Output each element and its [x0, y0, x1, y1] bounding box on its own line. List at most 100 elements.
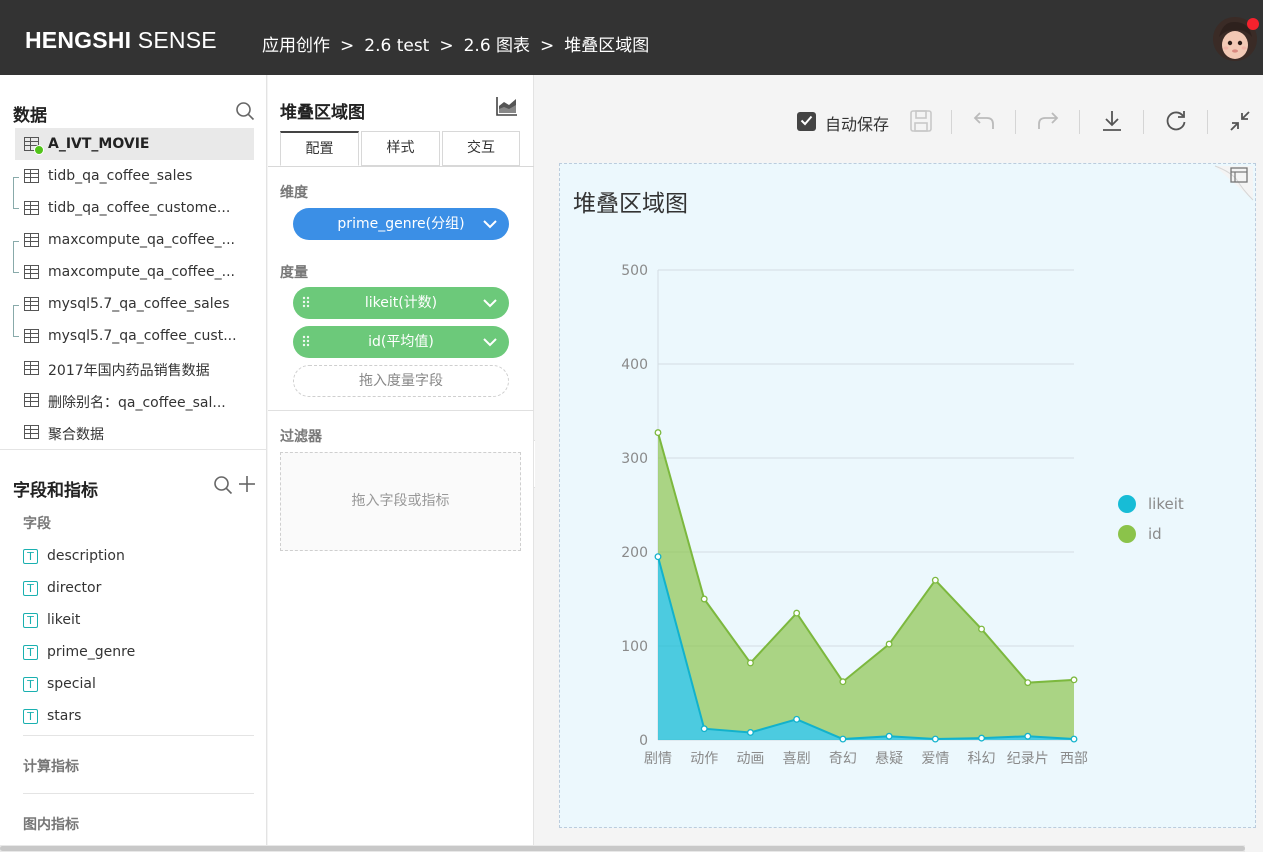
table-item[interactable]: 聚合数据: [15, 416, 254, 448]
data-point-id: [978, 625, 986, 633]
text-type-icon: T: [23, 677, 38, 692]
x-tick-label: 西部: [1060, 751, 1088, 767]
data-point-likeit: [931, 735, 939, 743]
table-item[interactable]: 2017年国内药品销售数据: [15, 352, 254, 384]
breadcrumb-current: 堆叠区域图: [564, 36, 650, 56]
area-chart-icon[interactable]: [496, 96, 518, 116]
x-tick-label: 奇幻: [829, 750, 857, 767]
data-point-id: [654, 429, 662, 437]
top-bar: HENGSHI SENSE 应用创作 >2.6 test >2.6 图表 > 堆叠区域图: [0, 0, 1263, 75]
dimension-pill[interactable]: prime_genre(分组): [293, 208, 509, 240]
collapse-view-icon[interactable]: [1227, 108, 1253, 134]
table-item[interactable]: mysql5.7_qa_coffee_sales: [15, 288, 254, 320]
y-tick-label: 0: [639, 733, 648, 749]
y-tick-label: 500: [621, 263, 648, 279]
data-point-id: [839, 678, 847, 686]
calc-metrics-subtitle[interactable]: 计算指标: [23, 756, 79, 776]
data-point-likeit: [654, 553, 662, 561]
tab-style[interactable]: 样式: [361, 131, 440, 166]
y-tick-label: 100: [621, 639, 648, 655]
table-icon: [24, 201, 39, 215]
download-icon[interactable]: [1099, 108, 1125, 134]
redo-icon[interactable]: [1035, 108, 1061, 134]
text-type-icon: T: [23, 581, 38, 596]
table-item[interactable]: tidb_qa_coffee_custome...: [15, 192, 254, 224]
y-tick-label: 400: [621, 357, 648, 373]
brand-logo[interactable]: HENGSHI SENSE: [25, 27, 217, 54]
table-item[interactable]: maxcompute_qa_coffee_...: [15, 256, 254, 288]
y-tick-label: 300: [621, 451, 648, 467]
x-tick-label: 动画: [736, 751, 764, 767]
chevron-down-icon[interactable]: [483, 336, 497, 348]
section-divider: [268, 410, 534, 411]
inchart-metrics-subtitle[interactable]: 图内指标: [23, 814, 79, 834]
search-icon[interactable]: [213, 475, 233, 495]
data-point-likeit: [978, 734, 986, 742]
add-icon[interactable]: [238, 475, 256, 493]
data-point-likeit: [793, 715, 801, 723]
breadcrumb-item[interactable]: 2.6 test: [364, 36, 429, 56]
table-icon: [24, 393, 39, 407]
chart-canvas[interactable]: 堆叠区域图 0 100 200 300 400 500 剧情 动作 动画 喜剧 奇幻 悬疑 爱情 科幻 纪录…: [559, 163, 1256, 828]
data-point-likeit: [746, 729, 754, 736]
table-item[interactable]: A_IVT_MOVIE: [15, 128, 254, 160]
tab-interaction[interactable]: 交互: [442, 131, 520, 166]
tab-config[interactable]: 配置: [280, 131, 359, 166]
dimension-label: 维度: [280, 185, 308, 201]
left-panel: 数据 A_IVT_MOVIE tidb_qa_coffee_sales tidb…: [0, 75, 267, 852]
breadcrumb-separator: >: [340, 36, 355, 56]
legend-swatch: [1118, 495, 1136, 513]
text-type-icon: T: [23, 709, 38, 724]
toolbar-divider: [1207, 110, 1208, 134]
text-type-icon: T: [23, 645, 38, 660]
chevron-down-icon[interactable]: [483, 218, 497, 230]
data-point-id: [1070, 676, 1078, 684]
table-item[interactable]: maxcompute_qa_coffee_...: [15, 224, 254, 256]
scrollbar-thumb[interactable]: [0, 846, 1245, 851]
measure-drop-zone[interactable]: 拖入度量字段: [293, 365, 509, 397]
autosave-checkbox[interactable]: [797, 112, 816, 131]
breadcrumb-item[interactable]: 2.6 图表: [464, 36, 530, 56]
x-tick-label: 动作: [690, 751, 718, 767]
refresh-icon[interactable]: [1163, 108, 1189, 134]
section-divider: [23, 735, 254, 736]
chevron-down-icon[interactable]: [483, 297, 497, 309]
breadcrumb-separator: >: [439, 36, 454, 56]
fields-section-title: 字段和指标: [13, 481, 98, 501]
x-tick-label: 悬疑: [875, 751, 903, 767]
data-point-likeit: [839, 735, 847, 743]
table-icon: [24, 329, 39, 343]
table-item[interactable]: tidb_qa_coffee_sales: [15, 160, 254, 192]
autosave-label[interactable]: 自动保存: [825, 111, 889, 135]
table-item[interactable]: mysql5.7_qa_coffee_cust...: [15, 320, 254, 352]
table-icon: [24, 169, 39, 183]
tabs-underline: [268, 166, 534, 167]
save-icon[interactable]: [908, 108, 934, 134]
config-tabs: 配置 样式 交互: [280, 131, 520, 166]
table-icon: [24, 265, 39, 279]
filter-label: 过滤器: [280, 429, 322, 445]
toolbar-divider: [1015, 110, 1016, 134]
drag-handle-icon[interactable]: [302, 335, 310, 349]
measure-pill[interactable]: likeit(计数): [293, 287, 509, 319]
toolbar: 自动保存: [535, 75, 1263, 163]
search-icon[interactable]: [235, 101, 255, 121]
data-point-likeit: [1024, 732, 1032, 740]
data-point-likeit: [1070, 735, 1078, 743]
config-title: 堆叠区域图: [280, 103, 365, 123]
data-section-title: 数据: [13, 106, 47, 126]
measure-pill[interactable]: id(平均值): [293, 326, 509, 358]
fields-subtitle: 字段: [23, 516, 51, 532]
table-item[interactable]: 删除别名：qa_coffee_sal...: [15, 384, 254, 416]
drag-handle-icon[interactable]: [302, 296, 310, 310]
undo-icon[interactable]: [971, 108, 997, 134]
legend-label: id: [1148, 525, 1162, 543]
breadcrumb-item[interactable]: 应用创作: [262, 36, 330, 56]
x-tick-label: 喜剧: [783, 751, 811, 767]
x-tick-label: 爱情: [921, 751, 949, 767]
filter-drop-zone[interactable]: 拖入字段或指标: [280, 452, 521, 551]
legend-label: likeit: [1148, 495, 1184, 513]
section-divider: [0, 449, 267, 450]
horizontal-scrollbar[interactable]: [0, 845, 1245, 852]
text-type-icon: T: [23, 549, 38, 564]
